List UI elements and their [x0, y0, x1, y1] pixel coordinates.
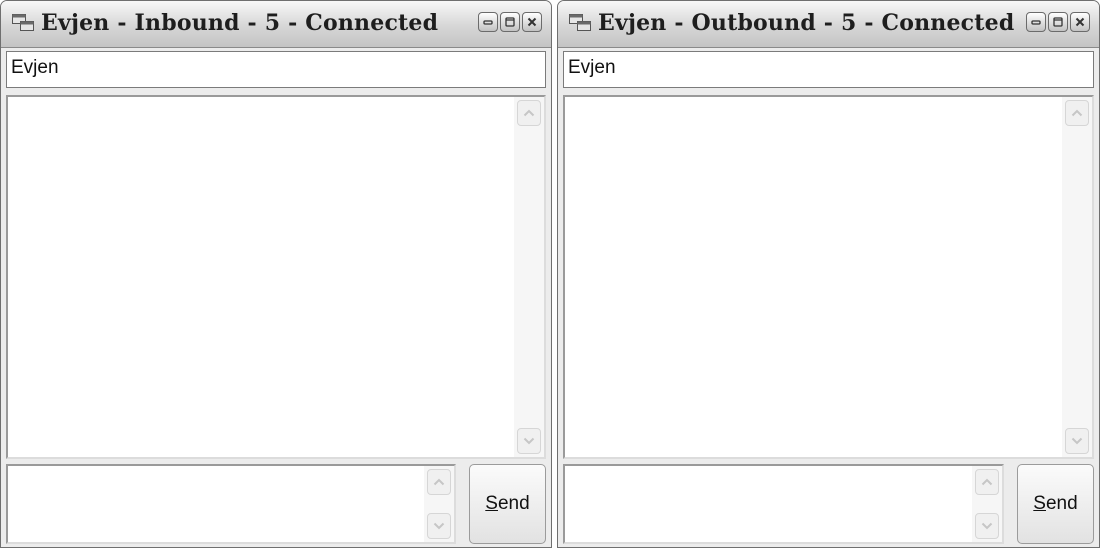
- chevron-up-icon: [433, 478, 445, 486]
- message-scrollbar[interactable]: [424, 466, 454, 542]
- send-button[interactable]: Send: [1017, 464, 1094, 544]
- message-input[interactable]: [6, 464, 456, 544]
- send-label: end: [1045, 493, 1078, 514]
- maximize-button[interactable]: [500, 12, 520, 32]
- scroll-up-button[interactable]: [427, 469, 451, 495]
- close-button[interactable]: [1070, 12, 1090, 32]
- chevron-down-icon: [523, 437, 535, 445]
- screen-name-field[interactable]: Evjen: [6, 51, 546, 88]
- close-icon: [1075, 17, 1085, 27]
- window-app-icon: [569, 14, 591, 31]
- log-scrollbar[interactable]: [1062, 97, 1092, 457]
- minimize-icon: [483, 20, 493, 25]
- chat-window-outbound: Evjen - Outbound - 5 - Connected Evjen S…: [557, 0, 1100, 548]
- message-input[interactable]: [563, 464, 1004, 544]
- conversation-log[interactable]: [6, 95, 546, 459]
- minimize-icon: [1031, 20, 1041, 25]
- close-icon: [527, 17, 537, 27]
- window-title: Evjen - Inbound - 5 - Connected: [41, 10, 439, 36]
- conversation-log[interactable]: [563, 95, 1094, 459]
- log-scrollbar[interactable]: [514, 97, 544, 457]
- window-client-area: Evjen S end: [6, 51, 546, 547]
- chevron-up-icon: [981, 478, 993, 486]
- maximize-icon: [1053, 17, 1063, 27]
- title-bar[interactable]: Evjen - Outbound - 5 - Connected: [558, 1, 1099, 48]
- send-accelerator: S: [485, 493, 498, 514]
- scroll-down-button[interactable]: [517, 428, 541, 454]
- scroll-up-button[interactable]: [975, 469, 999, 495]
- chevron-down-icon: [981, 522, 993, 530]
- send-label: end: [497, 493, 530, 514]
- minimize-button[interactable]: [478, 12, 498, 32]
- chevron-up-icon: [523, 109, 535, 117]
- message-scrollbar[interactable]: [972, 466, 1002, 542]
- scroll-up-button[interactable]: [1065, 100, 1089, 126]
- close-button[interactable]: [522, 12, 542, 32]
- chat-window-inbound: Evjen - Inbound - 5 - Connected Evjen S …: [0, 0, 552, 548]
- title-bar[interactable]: Evjen - Inbound - 5 - Connected: [1, 1, 551, 48]
- send-button[interactable]: Send: [469, 464, 546, 544]
- send-accelerator: S: [1033, 493, 1046, 514]
- scroll-up-button[interactable]: [517, 100, 541, 126]
- window-title: Evjen - Outbound - 5 - Connected: [598, 10, 1015, 36]
- chevron-down-icon: [1071, 437, 1083, 445]
- chevron-up-icon: [1071, 109, 1083, 117]
- window-client-area: Evjen S end: [563, 51, 1094, 547]
- window-app-icon: [12, 14, 34, 31]
- scroll-down-button[interactable]: [427, 513, 451, 539]
- screen-name-field[interactable]: Evjen: [563, 51, 1094, 88]
- minimize-button[interactable]: [1026, 12, 1046, 32]
- scroll-down-button[interactable]: [1065, 428, 1089, 454]
- maximize-icon: [505, 17, 515, 27]
- maximize-button[interactable]: [1048, 12, 1068, 32]
- chevron-down-icon: [433, 522, 445, 530]
- scroll-down-button[interactable]: [975, 513, 999, 539]
